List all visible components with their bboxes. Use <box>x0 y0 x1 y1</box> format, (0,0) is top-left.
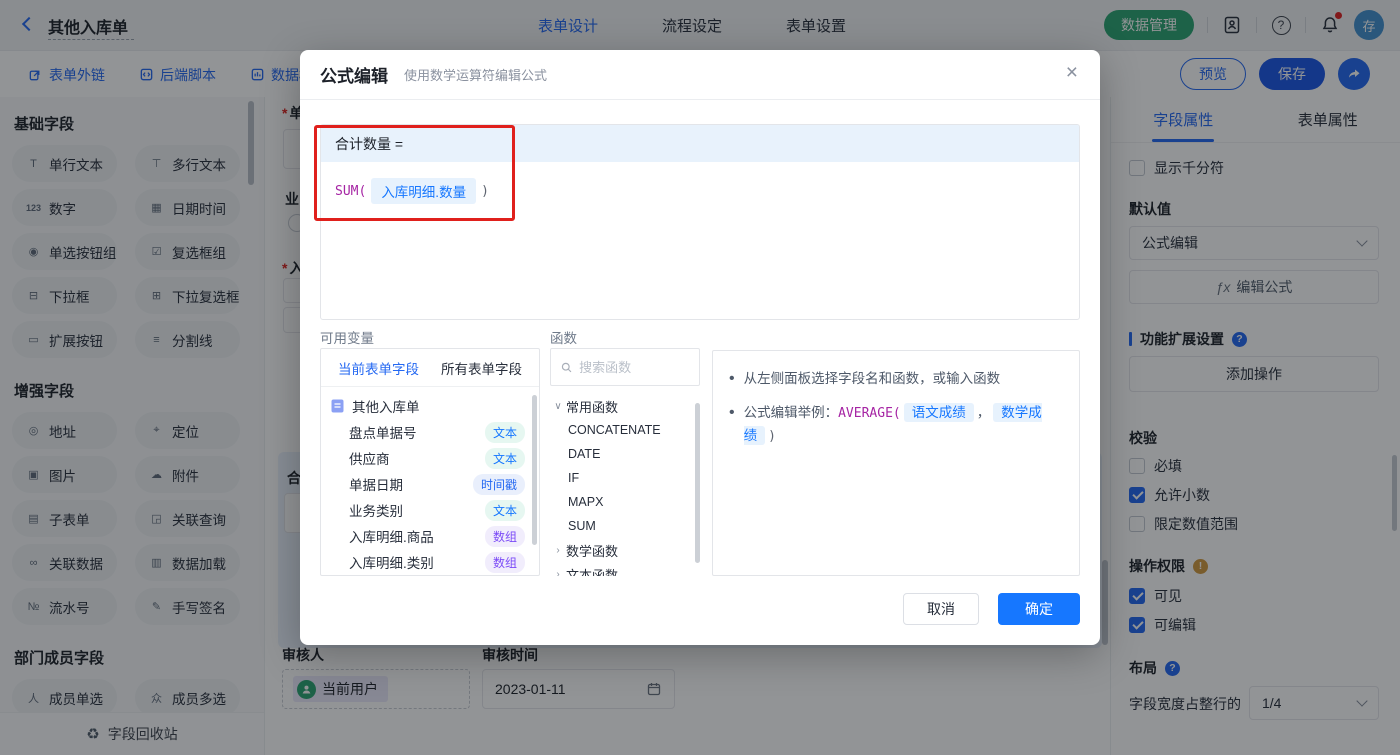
close-icon[interactable]: × <box>1066 62 1078 83</box>
type-tag: 时间戳 <box>472 473 525 495</box>
chevron-right-icon: › <box>556 544 560 556</box>
formula-function-token: SUM( <box>335 183 367 199</box>
variables-panel: 当前表单字段 所有表单字段 其他入库单 盘点单据号 文本 供应商 文本 单据日期 时间… <box>320 348 540 576</box>
confirm-button[interactable]: 确定 <box>998 593 1080 625</box>
function-item[interactable]: IF <box>550 466 700 490</box>
variables-label: 可用变量 <box>320 331 374 346</box>
formula-expression[interactable]: SUM( 入库明细.数量 ) <box>321 162 1079 220</box>
variables-tree: 其他入库单 盘点单据号 文本 供应商 文本 单据日期 时间戳 业务类别 文本 入库明细.… <box>321 387 539 576</box>
formula-target: 合计数量 = <box>321 125 1079 162</box>
variables-root-row[interactable]: 其他入库单 <box>321 393 539 419</box>
functions-panel: ∨常用函数 CONCATENATE DATE IF MAPX SUM ›数学函数… <box>550 348 700 576</box>
functions-label: 函数 <box>550 331 577 346</box>
function-search-box[interactable] <box>550 348 700 386</box>
example-function-token: AVERAGE( <box>838 406 901 421</box>
tab-all-form-fields[interactable]: 所有表单字段 <box>441 358 522 378</box>
variable-row[interactable]: 业务类别 文本 <box>321 497 539 523</box>
function-group-math[interactable]: › 数学函数 <box>550 538 700 562</box>
formula-edit-modal: 公式编辑 使用数学运算符编辑公式 × 合计数量 = SUM( 入库明细.数量 )… <box>300 50 1100 645</box>
tab-current-form-fields[interactable]: 当前表单字段 <box>338 358 419 378</box>
tip-line-2: • 公式编辑举例：AVERAGE(语文成绩，数学成绩) <box>729 403 1042 445</box>
example-field-chip: 语文成绩 <box>903 403 974 422</box>
search-icon <box>561 362 572 372</box>
variable-row[interactable]: 入库明细.商品 数组 <box>321 523 539 549</box>
formula-field-chip[interactable]: 入库明细.数量 <box>371 178 477 204</box>
variable-row[interactable]: 数组 <box>321 575 539 576</box>
variable-row[interactable]: 入库明细.类别 数组 <box>321 549 539 575</box>
tip-line-1: • 从左侧面板选择字段名和函数，或输入函数 <box>729 370 1001 387</box>
chevron-down-icon: ∨ <box>554 400 562 412</box>
type-tag: 文本 <box>484 421 525 443</box>
type-tag: 数组 <box>484 551 525 573</box>
variable-row[interactable]: 单据日期 时间戳 <box>321 471 539 497</box>
type-tag: 文本 <box>484 499 525 521</box>
variable-row[interactable]: 供应商 文本 <box>321 445 539 471</box>
modal-header: 公式编辑 使用数学运算符编辑公式 × <box>300 50 1100 100</box>
variables-tabs: 当前表单字段 所有表单字段 <box>321 349 539 387</box>
type-tag: 文本 <box>484 447 525 469</box>
form-designer-screen: 其他入库单 表单设计 流程设定 表单设置 数据管理 ? 存 表单外链 后端脚本 … <box>0 0 1400 755</box>
function-item[interactable]: CONCATENATE <box>550 418 700 442</box>
type-tag: 数组 <box>484 525 525 547</box>
form-doc-icon <box>331 399 344 413</box>
function-group-text[interactable]: › 文本函数 <box>550 562 700 577</box>
modal-title: 公式编辑 <box>320 67 388 86</box>
modal-subtitle: 使用数学运算符编辑公式 <box>404 68 548 83</box>
function-group-common[interactable]: ∨ 常用函数 <box>550 394 700 418</box>
function-item[interactable]: SUM <box>550 514 700 538</box>
chevron-right-icon: › <box>556 568 560 577</box>
functions-scrollbar[interactable] <box>695 403 700 563</box>
variables-scrollbar[interactable] <box>532 395 537 545</box>
function-item[interactable]: MAPX <box>550 490 700 514</box>
formula-editor[interactable]: 合计数量 = SUM( 入库明细.数量 ) <box>320 124 1080 320</box>
search-input[interactable] <box>579 359 689 375</box>
cancel-button[interactable]: 取消 <box>903 593 979 625</box>
function-tree: ∨ 常用函数 CONCATENATE DATE IF MAPX SUM › 数学函数… <box>550 386 700 577</box>
variable-row[interactable]: 盘点单据号 文本 <box>321 419 539 445</box>
tips-panel: • 从左侧面板选择字段名和函数，或输入函数 • 公式编辑举例：AVERAGE(语… <box>712 350 1080 576</box>
formula-close-paren: ) <box>481 183 489 199</box>
function-item[interactable]: DATE <box>550 442 700 466</box>
